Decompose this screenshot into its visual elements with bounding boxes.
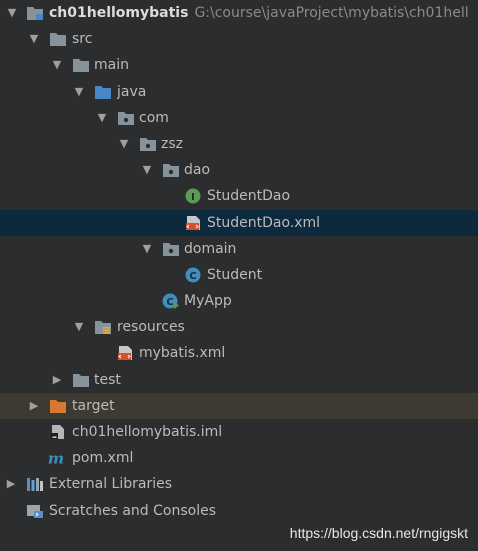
class-icon-letter: C	[189, 271, 196, 282]
xml-file-icon	[186, 215, 200, 230]
tree-row-scratches[interactable]: Scratches and Consoles	[0, 498, 478, 524]
external-libraries-label: External Libraries	[49, 476, 172, 493]
watermark-text: https://blog.csdn.net/rngigskt	[289, 525, 468, 541]
xml-file-icon	[118, 346, 132, 361]
expanded-arrow-icon[interactable]: ▼	[95, 105, 109, 131]
domain-label: domain	[184, 240, 237, 257]
package-icon	[163, 164, 179, 178]
collapsed-arrow-icon[interactable]: ▶	[27, 393, 41, 419]
class-icon: C	[185, 267, 201, 283]
scratches-icon	[27, 504, 43, 518]
student-label: Student	[207, 266, 263, 283]
library-icon	[27, 478, 43, 492]
tree-row-domain[interactable]: ▼ domain	[0, 236, 478, 262]
expanded-arrow-icon[interactable]: ▼	[72, 79, 86, 105]
collapsed-arrow-icon[interactable]: ▶	[4, 471, 18, 497]
target-label: target	[72, 397, 115, 414]
iml-label: ch01hellomybatis.iml	[72, 424, 223, 440]
scratches-label: Scratches and Consoles	[49, 502, 216, 519]
folder-icon	[73, 373, 89, 387]
tree-row-studentdao-xml[interactable]: StudentDao.xml	[0, 209, 478, 236]
tree-row-pom[interactable]: m pom.xml	[0, 445, 478, 471]
folder-icon	[73, 59, 89, 73]
test-label: test	[94, 371, 121, 388]
package-icon	[140, 137, 156, 151]
maven-icon: m	[48, 450, 64, 466]
studentdao-label: StudentDao	[207, 188, 291, 205]
pom-label: pom.xml	[72, 450, 134, 467]
studentdao-xml-label: StudentDao.xml	[207, 214, 321, 231]
tree-row-java[interactable]: ▼ java	[0, 79, 478, 105]
package-icon	[163, 242, 179, 256]
tree-row-test[interactable]: ▶ test	[0, 367, 478, 393]
tree-row-student[interactable]: C Student	[0, 262, 478, 288]
zsz-label: zsz	[161, 135, 183, 152]
project-name: ch01hellomybatis	[49, 5, 189, 21]
expanded-arrow-icon[interactable]: ▼	[72, 314, 86, 340]
mybatis-xml-label: mybatis.xml	[139, 345, 226, 362]
excluded-folder-icon	[50, 399, 66, 413]
tree-row-zsz[interactable]: ▼ zsz	[0, 131, 478, 157]
expanded-arrow-icon[interactable]: ▼	[140, 157, 154, 183]
class-icon-letter: C	[166, 297, 173, 308]
module-folder-icon	[27, 7, 43, 20]
tree-row-target[interactable]: ▶ target	[0, 392, 478, 419]
expanded-arrow-icon[interactable]: ▼	[27, 26, 41, 52]
src-label: src	[72, 31, 93, 48]
resources-label: resources	[117, 319, 185, 336]
com-label: com	[139, 109, 169, 126]
tree-row-mybatis-xml[interactable]: mybatis.xml	[0, 340, 478, 366]
project-tree: ▼ ch01hellomybatis G:\course\javaProject\…	[0, 0, 478, 524]
folder-icon	[50, 33, 66, 47]
runnable-class-icon: C	[162, 293, 179, 310]
svg-text:m: m	[48, 450, 64, 466]
java-label: java	[117, 83, 147, 100]
main-label: main	[94, 57, 129, 74]
dao-label: dao	[184, 162, 211, 179]
tree-row-resources[interactable]: ▼ resources	[0, 314, 478, 340]
expanded-arrow-icon[interactable]: ▼	[50, 52, 64, 78]
package-icon	[118, 111, 134, 125]
tree-row-main[interactable]: ▼ main	[0, 52, 478, 78]
myapp-label: MyApp	[184, 293, 232, 310]
project-label: ch01hellomybatis G:\course\javaProject\my…	[49, 0, 469, 26]
tree-row-com[interactable]: ▼ com	[0, 105, 478, 131]
resources-folder-icon	[95, 321, 111, 335]
module-file-icon	[51, 425, 64, 439]
tree-row-studentdao[interactable]: I StudentDao	[0, 183, 478, 209]
expanded-arrow-icon[interactable]: ▼	[5, 0, 19, 26]
tree-row-src[interactable]: ▼ src	[0, 26, 478, 52]
interface-icon: I	[185, 188, 201, 204]
interface-icon-letter: I	[191, 192, 195, 203]
expanded-arrow-icon[interactable]: ▼	[117, 131, 131, 157]
collapsed-arrow-icon[interactable]: ▶	[50, 367, 64, 393]
expanded-arrow-icon[interactable]: ▼	[140, 236, 154, 262]
project-path: G:\course\javaProject\mybatis\ch01hell	[194, 5, 469, 21]
tree-row-myapp[interactable]: C MyApp	[0, 288, 478, 314]
tree-row-dao[interactable]: ▼ dao	[0, 157, 478, 183]
tree-row-external-libraries[interactable]: ▶ External Libraries	[0, 471, 478, 497]
tree-row-project-root[interactable]: ▼ ch01hellomybatis G:\course\javaProject\…	[0, 0, 478, 26]
source-folder-icon	[95, 85, 111, 99]
tree-row-iml[interactable]: ch01hellomybatis.iml	[0, 419, 478, 445]
